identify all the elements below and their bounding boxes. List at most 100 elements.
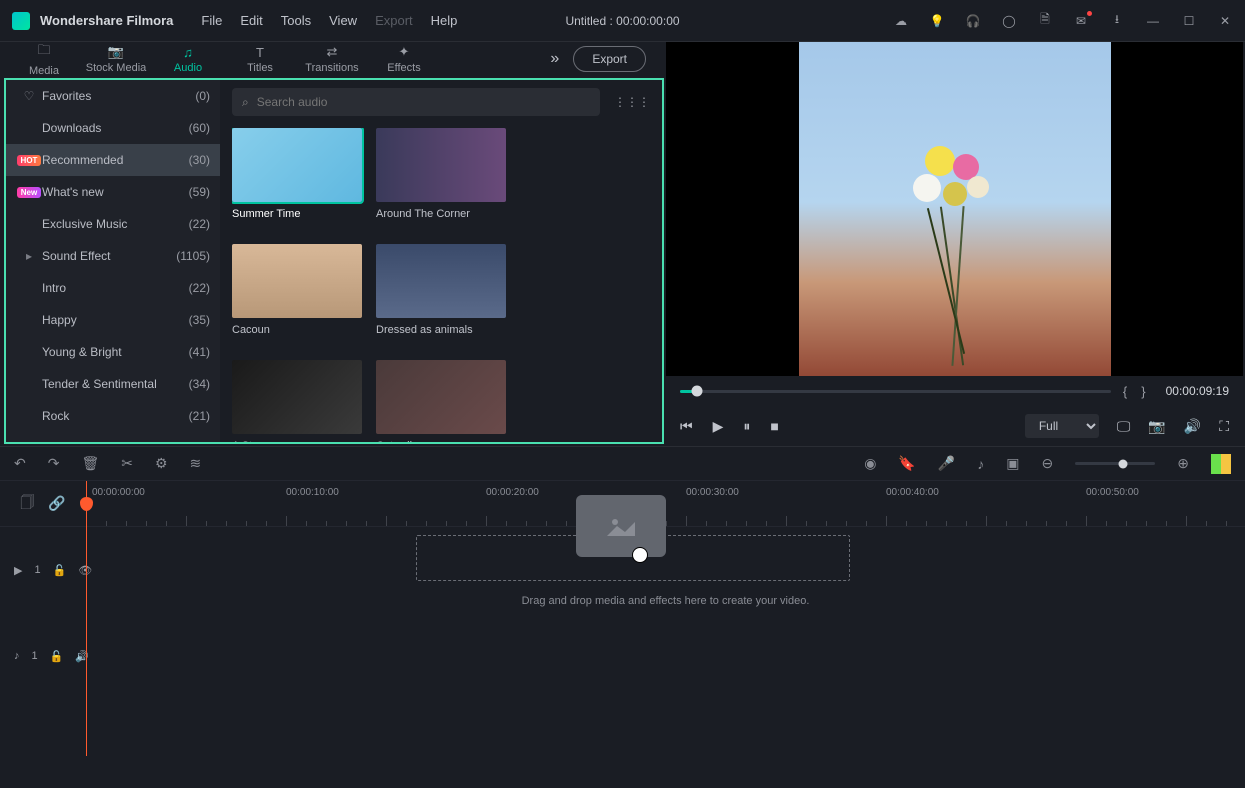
lock-icon[interactable]: 🔓 (53, 564, 67, 577)
lightbulb-icon[interactable]: 💡 (929, 13, 945, 29)
scrub-bar[interactable] (680, 390, 1111, 393)
sidebar-item-label: Young & Bright (42, 345, 189, 359)
crop-icon[interactable]: ▣ (1006, 455, 1019, 472)
menu-view[interactable]: View (329, 13, 357, 28)
ruler-label: 00:00:10:00 (286, 487, 339, 498)
titlebar: Wondershare Filmora File Edit Tools View… (0, 0, 1245, 42)
video-track: ▶ 1 🔓 👁 Drag and drop media and effects … (0, 527, 1245, 613)
audio-thumb[interactable]: Catwalk queen (376, 360, 506, 442)
ruler-label: 00:00:40:00 (886, 487, 939, 498)
waveform-icon[interactable]: ≋ (190, 455, 202, 472)
sidebar-item-icon: New (16, 187, 42, 198)
close-icon[interactable]: ✕ (1217, 13, 1233, 29)
quality-select[interactable]: Full (1025, 414, 1099, 438)
undo-icon[interactable]: ↶ (14, 455, 26, 472)
cut-icon[interactable]: ✂ (121, 455, 133, 472)
dropzone-hint: Drag and drop media and effects here to … (522, 595, 810, 607)
download-icon[interactable]: ⭳ (1109, 13, 1125, 29)
redo-icon[interactable]: ↷ (48, 455, 60, 472)
video-track-number: 1 (34, 564, 40, 576)
music-icon: ♫ (183, 45, 193, 60)
manage-tracks-icon[interactable]: 🗍 (20, 492, 34, 516)
render-icon[interactable]: ◉ (864, 455, 876, 472)
audio-thumbnails: Summer TimeAround The CornerCacoun Dresse… (232, 128, 650, 442)
audio-thumb[interactable]: A Story (232, 360, 362, 442)
fullscreen-icon[interactable]: ⛶ (1219, 418, 1229, 435)
export-button[interactable]: Export (573, 46, 646, 72)
text-icon: T (256, 45, 264, 60)
sidebar-item-count: (60) (189, 121, 210, 135)
minimize-icon[interactable]: ― (1145, 13, 1161, 29)
audio-category-sidebar: ♡Favorites(0)Downloads(60)HOTRecommended… (6, 80, 220, 442)
sidebar-item-exclusive-music[interactable]: Exclusive Music(22) (6, 208, 220, 240)
thumb-image (376, 360, 506, 434)
sidebar-item-what-s-new[interactable]: NewWhat's new(59) (6, 176, 220, 208)
tab-stock-media[interactable]: 📷Stock Media (80, 42, 152, 76)
audio-mix-icon[interactable]: ♪ (977, 456, 984, 472)
sidebar-item-label: Intro (42, 281, 189, 295)
lock-icon[interactable]: 🔓 (50, 650, 64, 663)
preview-panel: {} 00:00:09:19 ⏮ ▶ ⏸ ■ Full 🖵 📷 🔊 ⛶ (666, 42, 1243, 446)
sidebar-item-young-bright[interactable]: Young & Bright(41) (6, 336, 220, 368)
sidebar-item-rock[interactable]: Rock(21) (6, 400, 220, 432)
play-icon[interactable]: ▶ (713, 418, 724, 435)
color-swatches[interactable] (1211, 454, 1231, 474)
folder-icon: 🗀 (37, 41, 50, 63)
tab-effects[interactable]: ✦Effects (368, 42, 440, 76)
tab-audio[interactable]: ♫Audio (152, 42, 224, 76)
sidebar-item-count: (0) (195, 89, 210, 103)
mark-in-icon[interactable]: { (1123, 384, 1127, 399)
menu-help[interactable]: Help (431, 13, 458, 28)
timeline: ↶ ↷ 🗑 ✂ ⚙ ≋ ◉ 🔖 🎤 ♪ ▣ ⊖ ⊕ 🗍 🔗 00:00:00:0… (0, 446, 1245, 788)
sidebar-item-recommended[interactable]: HOTRecommended(30) (6, 144, 220, 176)
menu-edit[interactable]: Edit (240, 13, 262, 28)
search-input[interactable] (257, 95, 590, 109)
menu-file[interactable]: File (201, 13, 222, 28)
sidebar-item-sound-effect[interactable]: ▸Sound Effect(1105) (6, 240, 220, 272)
maximize-icon[interactable]: ☐ (1181, 13, 1197, 29)
grid-view-icon[interactable]: ⋮⋮⋮ (614, 95, 650, 109)
search-icon: ⌕ (242, 95, 249, 110)
pause-icon[interactable]: ⏸ (743, 418, 750, 435)
zoom-slider[interactable] (1075, 462, 1155, 465)
playhead[interactable] (86, 481, 87, 756)
sidebar-item-count: (30) (189, 153, 210, 167)
snapshot-icon[interactable]: 📷 (1148, 418, 1165, 435)
save-icon[interactable]: 🗎 (1037, 13, 1053, 29)
mark-out-icon[interactable]: } (1141, 384, 1145, 399)
sidebar-item-intro[interactable]: Intro(22) (6, 272, 220, 304)
adjust-icon[interactable]: ⚙ (155, 455, 168, 472)
headphones-icon[interactable]: 🎧 (965, 13, 981, 29)
zoom-in-icon[interactable]: ⊕ (1177, 455, 1189, 472)
sidebar-item-label: Sound Effect (42, 249, 176, 263)
audio-thumb[interactable]: Dressed as animals (376, 244, 506, 336)
sidebar-item-happy[interactable]: Happy(35) (6, 304, 220, 336)
user-icon[interactable]: ◯ (1001, 13, 1017, 29)
thumb-label: Dressed as animals (376, 324, 506, 336)
record-voice-icon[interactable]: 🎤 (938, 455, 955, 472)
delete-icon[interactable]: 🗑 (81, 455, 99, 472)
thumb-image (376, 244, 506, 318)
sidebar-item-tender-sentimental[interactable]: Tender & Sentimental(34) (6, 368, 220, 400)
audio-thumb[interactable]: Summer Time (232, 128, 362, 220)
document-title: Untitled : 00:00:00:00 (565, 14, 679, 28)
prev-frame-icon[interactable]: ⏮ (680, 418, 693, 435)
marker-icon[interactable]: 🔖 (898, 455, 915, 472)
audio-thumb[interactable]: Cacoun (232, 244, 362, 336)
stop-icon[interactable]: ■ (770, 418, 778, 434)
tab-titles[interactable]: TTitles (224, 42, 296, 76)
menu-tools[interactable]: Tools (281, 13, 311, 28)
tab-media[interactable]: 🗀Media (8, 42, 80, 76)
display-icon[interactable]: 🖵 (1117, 418, 1131, 435)
volume-icon[interactable]: 🔊 (1184, 418, 1201, 435)
menu-export: Export (375, 13, 413, 28)
zoom-out-icon[interactable]: ⊖ (1042, 455, 1054, 472)
cloud-icon[interactable]: ☁ (893, 13, 909, 29)
expand-icon[interactable]: » (536, 50, 573, 68)
sidebar-item-downloads[interactable]: Downloads(60) (6, 112, 220, 144)
sidebar-item-favorites[interactable]: ♡Favorites(0) (6, 80, 220, 112)
tab-transitions[interactable]: ⇄Transitions (296, 42, 368, 76)
audio-thumb[interactable]: Around The Corner (376, 128, 506, 220)
link-icon[interactable]: 🔗 (48, 495, 65, 512)
mail-icon[interactable]: ✉ (1073, 13, 1089, 29)
